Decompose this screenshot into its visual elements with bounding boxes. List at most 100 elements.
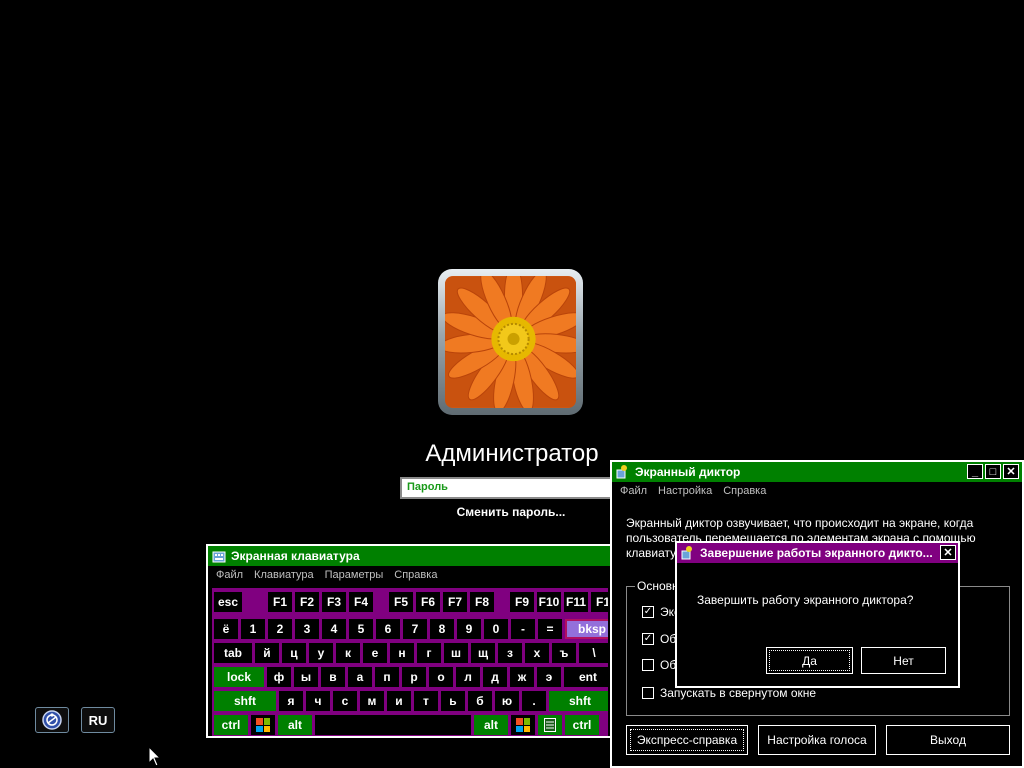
key-esc[interactable]: esc: [214, 592, 242, 612]
narrator-option-start-minimized[interactable]: Запускать в свернутом окне: [642, 686, 816, 700]
key-menu[interactable]: [538, 715, 562, 735]
narrator-menu-settings[interactable]: Настройка: [658, 485, 712, 497]
key-equals[interactable]: =: [538, 619, 562, 639]
key-shift-right[interactable]: shft: [549, 691, 608, 711]
key-1[interactable]: 1: [241, 619, 265, 639]
key-f12[interactable]: F1: [591, 592, 608, 612]
key-letter[interactable]: г: [417, 643, 441, 663]
exit-button[interactable]: Выход: [886, 725, 1010, 755]
key-7[interactable]: 7: [403, 619, 427, 639]
key-ctrl-right[interactable]: ctrl: [565, 715, 599, 735]
key-letter[interactable]: б: [468, 691, 492, 711]
minimize-button[interactable]: _: [967, 464, 983, 479]
key-3[interactable]: 3: [295, 619, 319, 639]
key-f3[interactable]: F3: [322, 592, 346, 612]
change-password-link[interactable]: Сменить пароль...: [400, 505, 622, 519]
checkbox[interactable]: [642, 687, 654, 699]
key-letter[interactable]: ч: [306, 691, 330, 711]
key-letter[interactable]: л: [456, 667, 480, 687]
key-yo[interactable]: ё: [214, 619, 238, 639]
key-backspace[interactable]: bksp: [565, 619, 608, 639]
password-input[interactable]: Пароль: [400, 477, 622, 499]
dialog-close-button[interactable]: ✕: [940, 545, 956, 560]
key-letter[interactable]: ц: [282, 643, 306, 663]
key-caps-lock[interactable]: lock: [214, 667, 264, 687]
key-f1[interactable]: F1: [268, 592, 292, 612]
key-f2[interactable]: F2: [295, 592, 319, 612]
maximize-button[interactable]: □: [985, 464, 1001, 479]
key-letter[interactable]: е: [363, 643, 387, 663]
key-2[interactable]: 2: [268, 619, 292, 639]
key-letter[interactable]: о: [429, 667, 453, 687]
key-letter[interactable]: т: [414, 691, 438, 711]
key-letter[interactable]: с: [333, 691, 357, 711]
key-ctrl-left[interactable]: ctrl: [214, 715, 248, 735]
voice-settings-button[interactable]: Настройка голоса: [758, 725, 876, 755]
key-letter[interactable]: э: [537, 667, 561, 687]
key-letter[interactable]: ж: [510, 667, 534, 687]
no-button[interactable]: Нет: [861, 647, 946, 674]
key-9[interactable]: 9: [457, 619, 481, 639]
close-button[interactable]: ✕: [1003, 464, 1019, 479]
narrator-menu-file[interactable]: Файл: [620, 485, 647, 497]
key-letter[interactable]: н: [390, 643, 414, 663]
key-space[interactable]: [315, 715, 471, 735]
key-letter[interactable]: ы: [294, 667, 318, 687]
key-0[interactable]: 0: [484, 619, 508, 639]
key-letter[interactable]: к: [336, 643, 360, 663]
checkbox[interactable]: [642, 659, 654, 671]
narrator-titlebar[interactable]: Экранный диктор _ □ ✕: [612, 462, 1022, 482]
yes-button[interactable]: Да: [766, 647, 853, 674]
key-5[interactable]: 5: [349, 619, 373, 639]
keyboard-menu-options[interactable]: Параметры: [325, 569, 384, 581]
key-alt-right[interactable]: alt: [474, 715, 508, 735]
ease-of-access-button[interactable]: [35, 707, 69, 733]
keyboard-titlebar[interactable]: Экранная клавиатура: [208, 546, 610, 566]
key-letter[interactable]: и: [387, 691, 411, 711]
key-letter[interactable]: у: [309, 643, 333, 663]
key-letter[interactable]: д: [483, 667, 507, 687]
key-6[interactable]: 6: [376, 619, 400, 639]
key-backslash[interactable]: \: [579, 643, 608, 663]
key-win-right[interactable]: [511, 715, 535, 735]
keyboard-menu-help[interactable]: Справка: [394, 569, 437, 581]
language-button[interactable]: RU: [81, 707, 115, 733]
key-letter[interactable]: м: [360, 691, 384, 711]
key-f10[interactable]: F10: [537, 592, 561, 612]
narrator-menu-help[interactable]: Справка: [723, 485, 766, 497]
quick-help-button[interactable]: Экспресс-справка: [626, 725, 748, 755]
checkbox[interactable]: ✓: [642, 633, 654, 645]
key-tab[interactable]: tab: [214, 643, 252, 663]
key-enter[interactable]: ent: [564, 667, 608, 687]
key-4[interactable]: 4: [322, 619, 346, 639]
key-f4[interactable]: F4: [349, 592, 373, 612]
key-f6[interactable]: F6: [416, 592, 440, 612]
key-8[interactable]: 8: [430, 619, 454, 639]
key-f7[interactable]: F7: [443, 592, 467, 612]
key-period[interactable]: .: [522, 691, 546, 711]
key-letter[interactable]: я: [279, 691, 303, 711]
key-letter[interactable]: з: [498, 643, 522, 663]
key-letter[interactable]: а: [348, 667, 372, 687]
key-letter[interactable]: х: [525, 643, 549, 663]
key-f5[interactable]: F5: [389, 592, 413, 612]
key-f9[interactable]: F9: [510, 592, 534, 612]
key-letter[interactable]: р: [402, 667, 426, 687]
key-f8[interactable]: F8: [470, 592, 494, 612]
checkbox[interactable]: ✓: [642, 606, 654, 618]
key-letter[interactable]: ю: [495, 691, 519, 711]
key-f11[interactable]: F11: [564, 592, 588, 612]
keyboard-menu-file[interactable]: Файл: [216, 569, 243, 581]
key-letter[interactable]: щ: [471, 643, 495, 663]
key-letter[interactable]: в: [321, 667, 345, 687]
dialog-titlebar[interactable]: Завершение работы экранного дикто... ✕: [677, 543, 958, 563]
key-win-left[interactable]: [251, 715, 275, 735]
key-letter[interactable]: ф: [267, 667, 291, 687]
keyboard-menu-keyboard[interactable]: Клавиатура: [254, 569, 314, 581]
key-letter[interactable]: ъ: [552, 643, 576, 663]
key-minus[interactable]: -: [511, 619, 535, 639]
key-letter[interactable]: ш: [444, 643, 468, 663]
key-shift-left[interactable]: shft: [214, 691, 276, 711]
key-letter[interactable]: ь: [441, 691, 465, 711]
key-letter[interactable]: п: [375, 667, 399, 687]
